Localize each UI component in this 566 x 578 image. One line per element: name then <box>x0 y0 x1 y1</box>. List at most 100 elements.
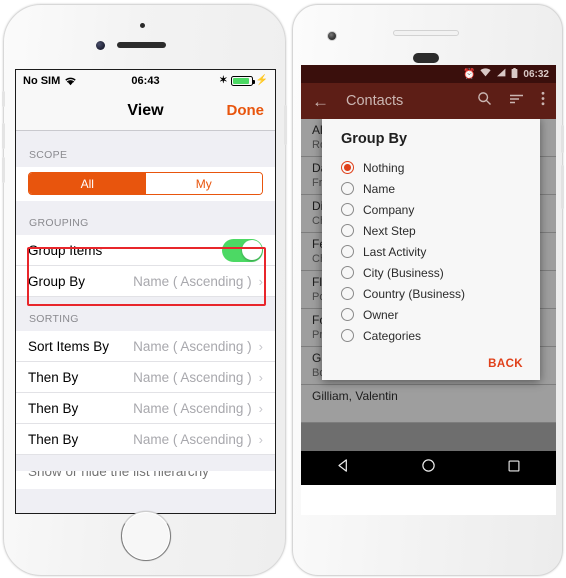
ios-status-bar: No SIM 06:43 ✶ ⚡ <box>16 70 275 91</box>
chevron-right-icon: › <box>258 273 263 289</box>
ios-carrier-label: No SIM <box>23 74 61 87</box>
android-navigation-bar <box>301 451 556 485</box>
radio-label: Owner <box>363 307 399 322</box>
radio-button-icon[interactable] <box>341 161 354 174</box>
iphone-screen: No SIM 06:43 ✶ ⚡ View Done SCOPE All My … <box>15 69 276 514</box>
iphone-earpiece-speaker <box>117 42 166 48</box>
row-then-by-1[interactable]: Then By Name ( Ascending ) › <box>16 362 275 393</box>
row-then-by-3-value: Name ( Ascending ) <box>133 431 252 447</box>
radio-button-icon[interactable] <box>341 245 354 258</box>
back-arrow-icon[interactable]: ← <box>312 93 329 110</box>
alarm-icon: ⏰ <box>462 68 476 80</box>
iphone-power-button[interactable] <box>284 105 287 145</box>
page-title: View <box>127 101 164 119</box>
row-group-items-label: Group Items <box>28 242 103 258</box>
segment-all[interactable]: All <box>29 173 146 194</box>
radio-option-last-activity[interactable]: Last Activity <box>322 241 540 262</box>
search-icon[interactable] <box>477 91 492 111</box>
dialog-back-button[interactable]: BACK <box>488 358 523 370</box>
scope-segmented-control-row: All My <box>16 167 275 201</box>
android-front-camera <box>327 31 337 41</box>
charging-bolt-icon: ⚡ <box>255 74 268 86</box>
app-bar-title: Contacts <box>346 93 404 109</box>
iphone-volume-down-button[interactable] <box>2 157 5 183</box>
radio-label: Company <box>363 202 415 217</box>
radio-button-icon[interactable] <box>341 287 354 300</box>
radio-label: Categories <box>363 328 422 343</box>
iphone-proximity-sensor <box>140 23 145 28</box>
radio-label: Nothing <box>363 160 405 175</box>
android-power-button[interactable] <box>561 125 564 153</box>
radio-label: Country (Business) <box>363 286 466 301</box>
radio-option-categories[interactable]: Categories <box>322 325 540 346</box>
chevron-right-icon: › <box>258 369 263 385</box>
radio-button-icon[interactable] <box>341 266 354 279</box>
iphone-mute-switch[interactable] <box>2 91 5 107</box>
group-by-dialog: Group By Nothing Name Company Next Step … <box>322 119 540 380</box>
radio-label: Next Step <box>363 223 416 238</box>
signal-icon <box>496 68 506 80</box>
sort-icon[interactable] <box>509 92 524 110</box>
radio-label: Name <box>363 181 396 196</box>
cut-off-footer-row: Show or hide the list hierarchy <box>16 471 275 489</box>
screenshot-stage: No SIM 06:43 ✶ ⚡ View Done SCOPE All My … <box>0 0 566 578</box>
android-volume-button[interactable] <box>561 165 564 209</box>
android-clock: 06:32 <box>523 68 549 80</box>
ios-navigation-bar: View Done <box>16 91 275 131</box>
nav-home-circle-icon[interactable] <box>421 458 436 478</box>
radio-button-icon[interactable] <box>341 182 354 195</box>
row-sort-items-by[interactable]: Sort Items By Name ( Ascending ) › <box>16 331 275 362</box>
wifi-icon <box>64 76 77 86</box>
row-group-items[interactable]: Group Items <box>16 235 275 266</box>
segment-my[interactable]: My <box>145 173 262 194</box>
done-button[interactable]: Done <box>227 102 265 119</box>
bluetooth-icon: ✶ <box>219 74 228 86</box>
radio-label: Last Activity <box>363 244 427 259</box>
battery-icon <box>230 75 255 86</box>
android-device-frame: ⏰ 06:32 ← Contacts Gilliam, Valentin Gro… <box>292 4 564 576</box>
row-then-by-2-value: Name ( Ascending ) <box>133 400 252 416</box>
radio-button-icon[interactable] <box>341 224 354 237</box>
android-earpiece-speaker <box>393 30 459 36</box>
cut-off-footer-text: Show or hide the list hierarchy <box>28 471 209 479</box>
contact-list-item[interactable]: Gilliam, Valentin <box>301 385 556 423</box>
android-app-bar: ← Contacts <box>301 83 556 119</box>
android-status-bar: ⏰ 06:32 <box>301 65 556 83</box>
radio-option-name[interactable]: Name <box>322 178 540 199</box>
nav-back-triangle-icon[interactable] <box>336 458 351 478</box>
iphone-front-camera <box>96 41 105 50</box>
row-then-by-2[interactable]: Then By Name ( Ascending ) › <box>16 393 275 424</box>
row-then-by-3[interactable]: Then By Name ( Ascending ) › <box>16 424 275 455</box>
radio-option-city-business[interactable]: City (Business) <box>322 262 540 283</box>
radio-option-nothing[interactable]: Nothing <box>322 157 540 178</box>
group-items-toggle[interactable] <box>222 238 263 262</box>
overflow-menu-icon[interactable] <box>541 91 545 111</box>
section-header-scope: SCOPE <box>29 149 68 161</box>
radio-option-owner[interactable]: Owner <box>322 304 540 325</box>
radio-option-country-business[interactable]: Country (Business) <box>322 283 540 304</box>
row-then-by-1-value: Name ( Ascending ) <box>133 369 252 385</box>
row-then-by-2-label: Then By <box>28 400 79 416</box>
android-screen: ⏰ 06:32 ← Contacts Gilliam, Valentin Gro… <box>301 65 556 515</box>
row-group-by[interactable]: Group By Name ( Ascending ) › <box>16 266 275 297</box>
radio-button-icon[interactable] <box>341 329 354 342</box>
section-header-sorting: SORTING <box>29 313 79 325</box>
ios-settings-list: SCOPE All My GROUPING Group Items Group … <box>16 131 275 513</box>
radio-option-company[interactable]: Company <box>322 199 540 220</box>
dialog-title: Group By <box>341 131 408 147</box>
battery-icon <box>511 67 518 81</box>
radio-option-next-step[interactable]: Next Step <box>322 220 540 241</box>
contacts-list: Albertson, Kim Rockwell Industries Davis… <box>301 119 556 451</box>
nav-recents-square-icon[interactable] <box>507 459 521 478</box>
chevron-right-icon: › <box>258 338 263 354</box>
dialog-actions: BACK <box>322 346 540 376</box>
radio-button-icon[interactable] <box>341 308 354 321</box>
scope-segmented-control[interactable]: All My <box>28 172 263 195</box>
iphone-home-button[interactable] <box>121 511 171 561</box>
radio-button-icon[interactable] <box>341 203 354 216</box>
section-header-grouping: GROUPING <box>29 217 89 229</box>
row-then-by-3-label: Then By <box>28 431 79 447</box>
iphone-device-frame: No SIM 06:43 ✶ ⚡ View Done SCOPE All My … <box>2 4 287 576</box>
row-group-by-label: Group By <box>28 273 86 289</box>
iphone-volume-up-button[interactable] <box>2 123 5 149</box>
